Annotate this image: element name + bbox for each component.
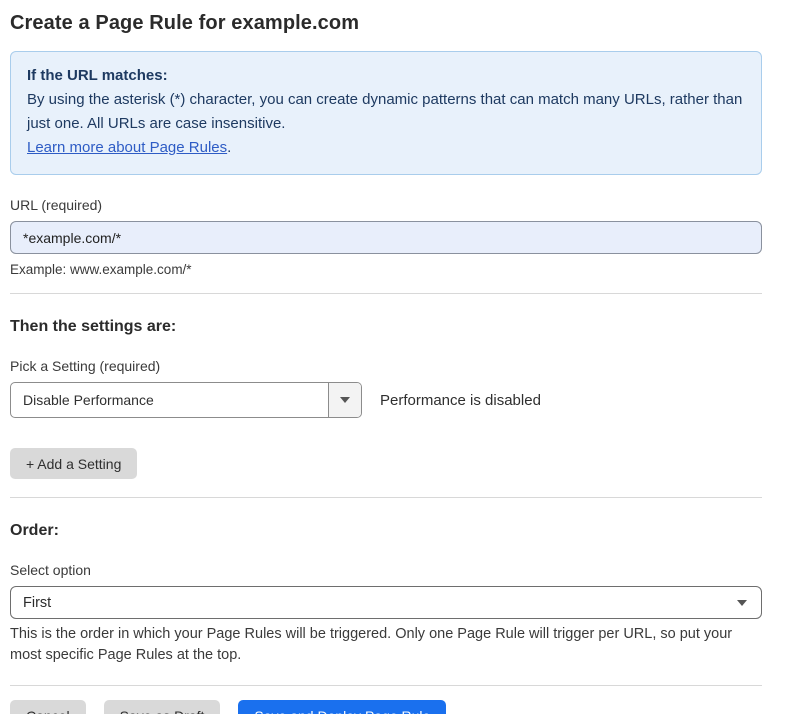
create-page-rule-panel: Create a Page Rule for example.com If th…	[0, 0, 790, 714]
info-box-body: By using the asterisk (*) character, you…	[27, 88, 745, 136]
divider	[10, 497, 762, 498]
pick-setting-label: Pick a Setting (required)	[10, 358, 762, 374]
info-box-link-line: Learn more about Page Rules.	[27, 136, 745, 160]
divider	[10, 685, 762, 686]
setting-dropdown-value: Disable Performance	[11, 383, 328, 417]
setting-dropdown[interactable]: Disable Performance	[10, 382, 362, 418]
save-and-deploy-button[interactable]: Save and Deploy Page Rule	[238, 700, 446, 714]
setting-dropdown-arrow-button[interactable]	[328, 383, 361, 417]
order-dropdown-value: First	[23, 595, 51, 611]
setting-row: Disable Performance Performance is disab…	[10, 382, 762, 418]
info-box-title: If the URL matches:	[27, 64, 745, 88]
order-select-label: Select option	[10, 562, 762, 578]
learn-more-link[interactable]: Learn more about Page Rules	[27, 139, 227, 156]
url-example-text: Example: www.example.com/*	[10, 262, 762, 277]
order-help-text: This is the order in which your Page Rul…	[10, 624, 762, 666]
url-matches-info-box: If the URL matches: By using the asteris…	[10, 51, 762, 175]
url-input[interactable]	[10, 221, 762, 254]
link-suffix: .	[227, 139, 231, 156]
setting-status-text: Performance is disabled	[380, 392, 541, 409]
settings-section-heading: Then the settings are:	[10, 318, 762, 336]
url-field-label: URL (required)	[10, 197, 762, 213]
chevron-down-icon	[340, 397, 350, 403]
save-as-draft-button[interactable]: Save as Draft	[104, 700, 221, 714]
order-section-heading: Order:	[10, 522, 762, 540]
cancel-button[interactable]: Cancel	[10, 700, 86, 714]
chevron-down-icon	[737, 600, 747, 606]
footer-button-row: Cancel Save as Draft Save and Deploy Pag…	[10, 700, 762, 714]
add-setting-button[interactable]: + Add a Setting	[10, 448, 137, 479]
page-title: Create a Page Rule for example.com	[10, 12, 762, 35]
order-dropdown[interactable]: First	[10, 586, 762, 619]
divider	[10, 293, 762, 294]
